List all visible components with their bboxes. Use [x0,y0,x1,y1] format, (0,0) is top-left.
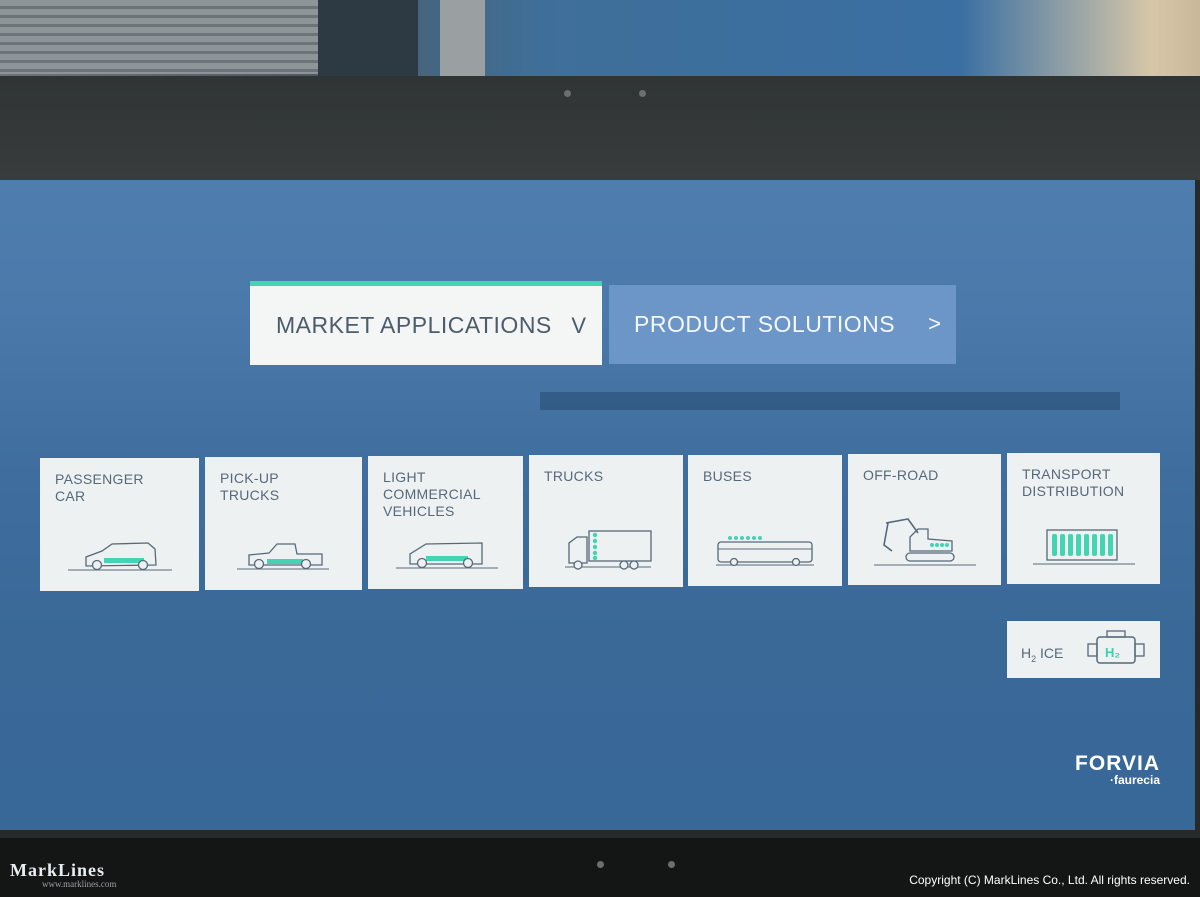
tile-label: PASSENGER CAR [55,471,144,504]
camera-dot [564,90,571,97]
tile-off-road[interactable]: OFF-ROAD [848,454,1001,585]
shelf [0,0,330,74]
watermark-url: www.marklines.com [42,879,117,889]
tile-label: LIGHT COMMERCIAL VEHICLES [383,469,481,519]
tile-h2-ice[interactable]: H2 ICE H₂ [1007,621,1160,678]
dark-structure [318,0,418,80]
container-icon [1033,529,1135,565]
passenger-car-icon [68,542,172,571]
tile-pickup-trucks[interactable]: PICK-UP TRUCKS [205,457,362,590]
forvia-logo: FORVIA ·faurecia [1048,752,1160,787]
tile-label: OFF-ROAD [863,467,939,483]
h2-badge: H₂ [1105,645,1120,660]
h2-ice-label: H2 ICE [1021,645,1064,664]
truck-icon [565,530,652,570]
pickup-truck-icon [237,543,329,570]
engine-icon: H₂ [1087,630,1145,664]
product-solutions-button[interactable]: PRODUCT SOLUTIONS > [609,285,956,364]
bus-icon [716,536,814,567]
tile-trucks[interactable]: TRUCKS [529,455,683,587]
watermark-main: MarkLines [10,860,106,880]
touch-screen: MARKET APPLICATIONS V PRODUCT SOLUTIONS … [0,180,1195,830]
bottom-dot [668,861,675,868]
monitor-bezel-top [0,76,1200,180]
market-applications-label: MARKET APPLICATIONS [276,312,552,338]
product-solutions-label: PRODUCT SOLUTIONS [634,311,896,337]
background-room [0,0,1200,82]
tile-transport-distribution[interactable]: TRANSPORT DISTRIBUTION [1007,453,1160,584]
copyright-text: Copyright (C) MarkLines Co., Ltd. All ri… [909,873,1190,887]
marklines-watermark: MarkLines www.marklines.com [10,860,116,889]
tile-light-commercial-vehicles[interactable]: LIGHT COMMERCIAL VEHICLES [368,456,523,589]
chevron-down-icon: V [571,313,586,338]
chevron-right-icon: > [928,311,941,336]
tile-label: BUSES [703,468,752,484]
screen-reflection [540,392,1120,410]
bottom-dot [597,861,604,868]
tile-buses[interactable]: BUSES [688,455,842,586]
tile-label: PICK-UP TRUCKS [220,470,280,503]
sensor-dot [639,90,646,97]
market-applications-button[interactable]: MARKET APPLICATIONS V [250,281,602,365]
monitor-bezel-bottom [0,838,1200,897]
tile-label: TRUCKS [544,468,604,484]
excavator-icon [874,518,976,566]
van-icon [396,542,498,569]
tile-label: TRANSPORT DISTRIBUTION [1022,466,1125,499]
pole [440,0,485,78]
tile-passenger-car[interactable]: PASSENGER CAR [40,458,199,591]
